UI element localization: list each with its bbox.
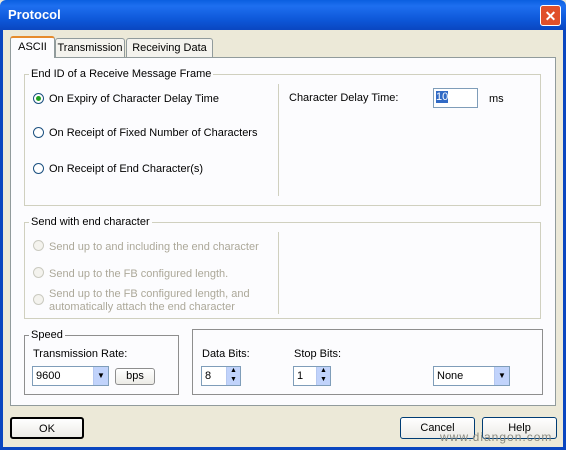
radio-send-including-end[interactable] [33,240,44,251]
stop-bits-spinner[interactable]: 1 ▲ ▼ [293,366,331,386]
data-bits-label: Data Bits: [202,348,250,360]
parity-select[interactable]: None ▼ [433,366,510,386]
speed-group-label: Speed [29,329,65,341]
radio-fixed-number[interactable] [33,127,44,138]
close-icon: ✕ [544,8,557,24]
radio-end-character[interactable] [33,163,44,174]
char-delay-label: Character Delay Time: [289,92,399,104]
radio-send-fb-length[interactable] [33,267,44,278]
end-id-separator [278,84,279,196]
tab-receiving-data[interactable]: Receiving Data [126,38,213,58]
window-title: Protocol [8,7,61,22]
radio-send-including-end-label: Send up to and including the end charact… [49,241,259,253]
tab-ascii[interactable]: ASCII [10,36,55,58]
data-bits-spinner[interactable]: 8 ▲ ▼ [201,366,241,386]
char-delay-input[interactable]: 10 [433,88,478,108]
transmission-rate-label: Transmission Rate: [33,348,128,360]
bps-button[interactable]: bps [115,368,155,385]
radio-send-attach-end[interactable] [33,294,44,305]
radio-fixed-number-label: On Receipt of Fixed Number of Characters [49,127,258,139]
radio-send-attach-end-label2: automatically attach the end character [49,301,235,313]
speed-group [24,335,179,395]
spinner-arrows-icon[interactable]: ▲ ▼ [316,367,330,385]
send-end-separator [278,232,279,314]
stop-bits-label: Stop Bits: [294,348,342,360]
window-frame-left [0,30,3,450]
title-bar [0,0,566,30]
radio-char-delay[interactable] [33,93,44,104]
transmission-rate-select[interactable]: 9600 ▼ [32,366,109,386]
tab-transmission[interactable]: Transmission [55,38,125,58]
radio-char-delay-label: On Expiry of Character Delay Time [49,93,219,105]
radio-send-fb-length-label: Send up to the FB configured length. [49,268,229,280]
send-end-group-label: Send with end character [29,216,152,228]
spinner-arrows-icon[interactable]: ▲ ▼ [226,367,240,385]
chevron-down-icon: ▼ [494,367,509,385]
watermark: www.diangon.com [440,430,553,444]
ok-button[interactable]: OK [10,417,84,439]
radio-send-attach-end-label1: Send up to the FB configured length, and [49,288,250,300]
close-button[interactable]: ✕ [540,5,561,26]
chevron-down-icon: ▼ [93,367,108,385]
end-id-group-label: End ID of a Receive Message Frame [29,68,214,80]
radio-end-character-label: On Receipt of End Character(s) [49,163,204,175]
char-delay-unit: ms [489,93,504,105]
